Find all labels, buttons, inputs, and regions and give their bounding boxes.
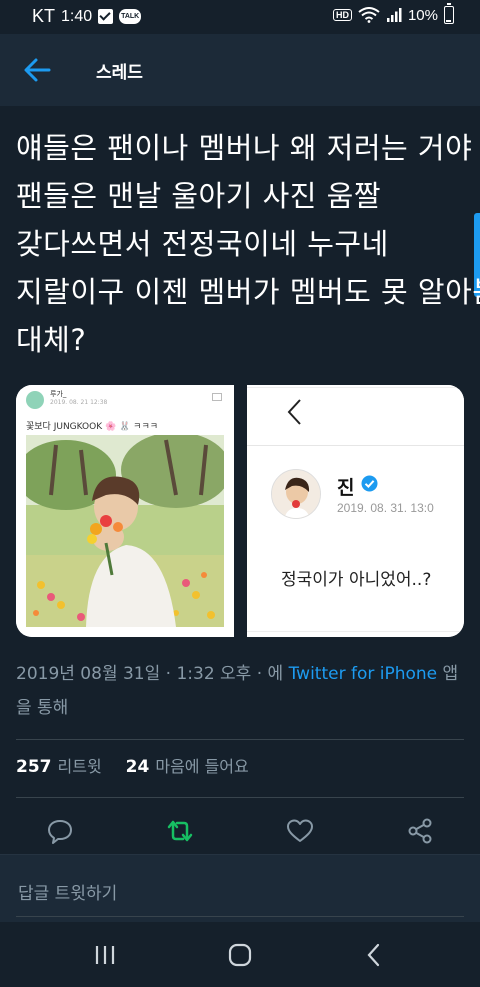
image-icon: [212, 393, 222, 401]
media-left-date: 2019. 08. 21 12:38: [50, 399, 108, 406]
avatar: [26, 391, 44, 409]
source-link[interactable]: Twitter for iPhone: [289, 664, 438, 684]
talk-notification-icon: TALK: [119, 9, 142, 24]
media-image-right[interactable]: 진 2019. 08. 31. 13:0 정국이가 아니었어..?: [247, 385, 464, 637]
like-count[interactable]: 24: [126, 757, 150, 777]
photo-man-with-flowers: [26, 435, 224, 627]
hd-voice-icon: HD: [332, 9, 352, 21]
reply-placeholder: 답글 트윗하기: [18, 884, 118, 904]
media-image-left[interactable]: 루가_ 2019. 08. 21 12:38 꽃보다 JUNGKOOK 🌸 🐰 …: [16, 385, 234, 637]
tweet-line: 대체?: [16, 323, 87, 357]
system-nav-bar: [0, 922, 480, 987]
reply-icon[interactable]: [46, 817, 74, 845]
caption-text: 꽃보다 JUNGKOOK: [26, 422, 103, 432]
heart-icon[interactable]: [286, 817, 314, 845]
app-header: 스레드: [0, 34, 480, 106]
reply-input[interactable]: 답글 트윗하기: [16, 857, 464, 917]
tweet-body: 얘들은 팬이나 멤버나 왜 저러는 거야 팬들은 맨날 울아기 사진 움짤 갖다…: [16, 124, 480, 364]
retweet-count[interactable]: 257: [16, 757, 52, 777]
tweet-media[interactable]: 루가_ 2019. 08. 21 12:38 꽃보다 JUNGKOOK 🌸 🐰 …: [16, 385, 464, 637]
divider: [247, 445, 464, 446]
media-left-caption: 꽃보다 JUNGKOOK 🌸 🐰 ㅋㅋㅋ: [26, 419, 158, 432]
status-time: 1:40: [61, 7, 93, 25]
retweet-label[interactable]: 리트윗: [58, 753, 102, 777]
caption-tail: ㅋㅋㅋ: [133, 422, 159, 432]
retweet-icon[interactable]: [166, 817, 194, 845]
flower-emoji-icon: 🌸 🐰: [105, 422, 131, 432]
divider: [16, 797, 464, 798]
tweet-stats: 257 리트윗 24 마음에 들어요: [16, 753, 249, 777]
share-icon[interactable]: [406, 817, 434, 845]
battery-percent: 10%: [407, 6, 438, 24]
carrier-label: KT: [32, 6, 56, 26]
tweet-line: 갖다쓰면서 전정국이네 누구네: [16, 227, 389, 261]
check-notification-icon: [98, 9, 114, 24]
tweet-datetime: 2019년 08월 31일 · 1:32 오후 · 에: [16, 664, 284, 684]
divider: [247, 387, 464, 388]
battery-icon: [444, 3, 454, 24]
avatar: [271, 469, 321, 519]
page-title: 스레드: [96, 63, 143, 83]
like-label[interactable]: 마음에 들어요: [155, 753, 248, 777]
media-right-date: 2019. 08. 31. 13:0: [337, 501, 434, 515]
tweet-actions: [0, 812, 480, 850]
media-divider: [234, 385, 247, 637]
media-right-username: 진: [337, 477, 355, 499]
tweet-line: 팬들은 맨날 울아기 사진 움짤: [16, 179, 382, 213]
wifi-icon: [358, 7, 380, 23]
media-left-username: 루가_: [50, 390, 67, 398]
home-icon[interactable]: [225, 940, 255, 970]
back-arrow-icon[interactable]: [20, 56, 54, 84]
tweet-line: 얘들은 팬이나 멤버나 왜 저러는 거야: [16, 131, 473, 165]
back-nav-icon[interactable]: [360, 940, 390, 970]
reply-bar: 답글 트윗하기: [0, 854, 480, 922]
divider: [247, 631, 464, 632]
status-bar: KT 1:40 TALK HD 10%: [0, 0, 480, 34]
media-right-text: 정국이가 아니었어..?: [281, 570, 432, 590]
divider: [16, 739, 464, 740]
recent-apps-icon[interactable]: [90, 940, 120, 970]
tweet-meta: 2019년 08월 31일 · 1:32 오후 · 에 Twitter for …: [16, 657, 464, 725]
verified-badge-icon: [361, 475, 378, 492]
tweet-line: 지랄이구 이젠 멤버가 멤버도 못 알아봄: [16, 275, 480, 309]
signal-icon: [386, 8, 402, 22]
chevron-left-icon: [287, 399, 301, 425]
